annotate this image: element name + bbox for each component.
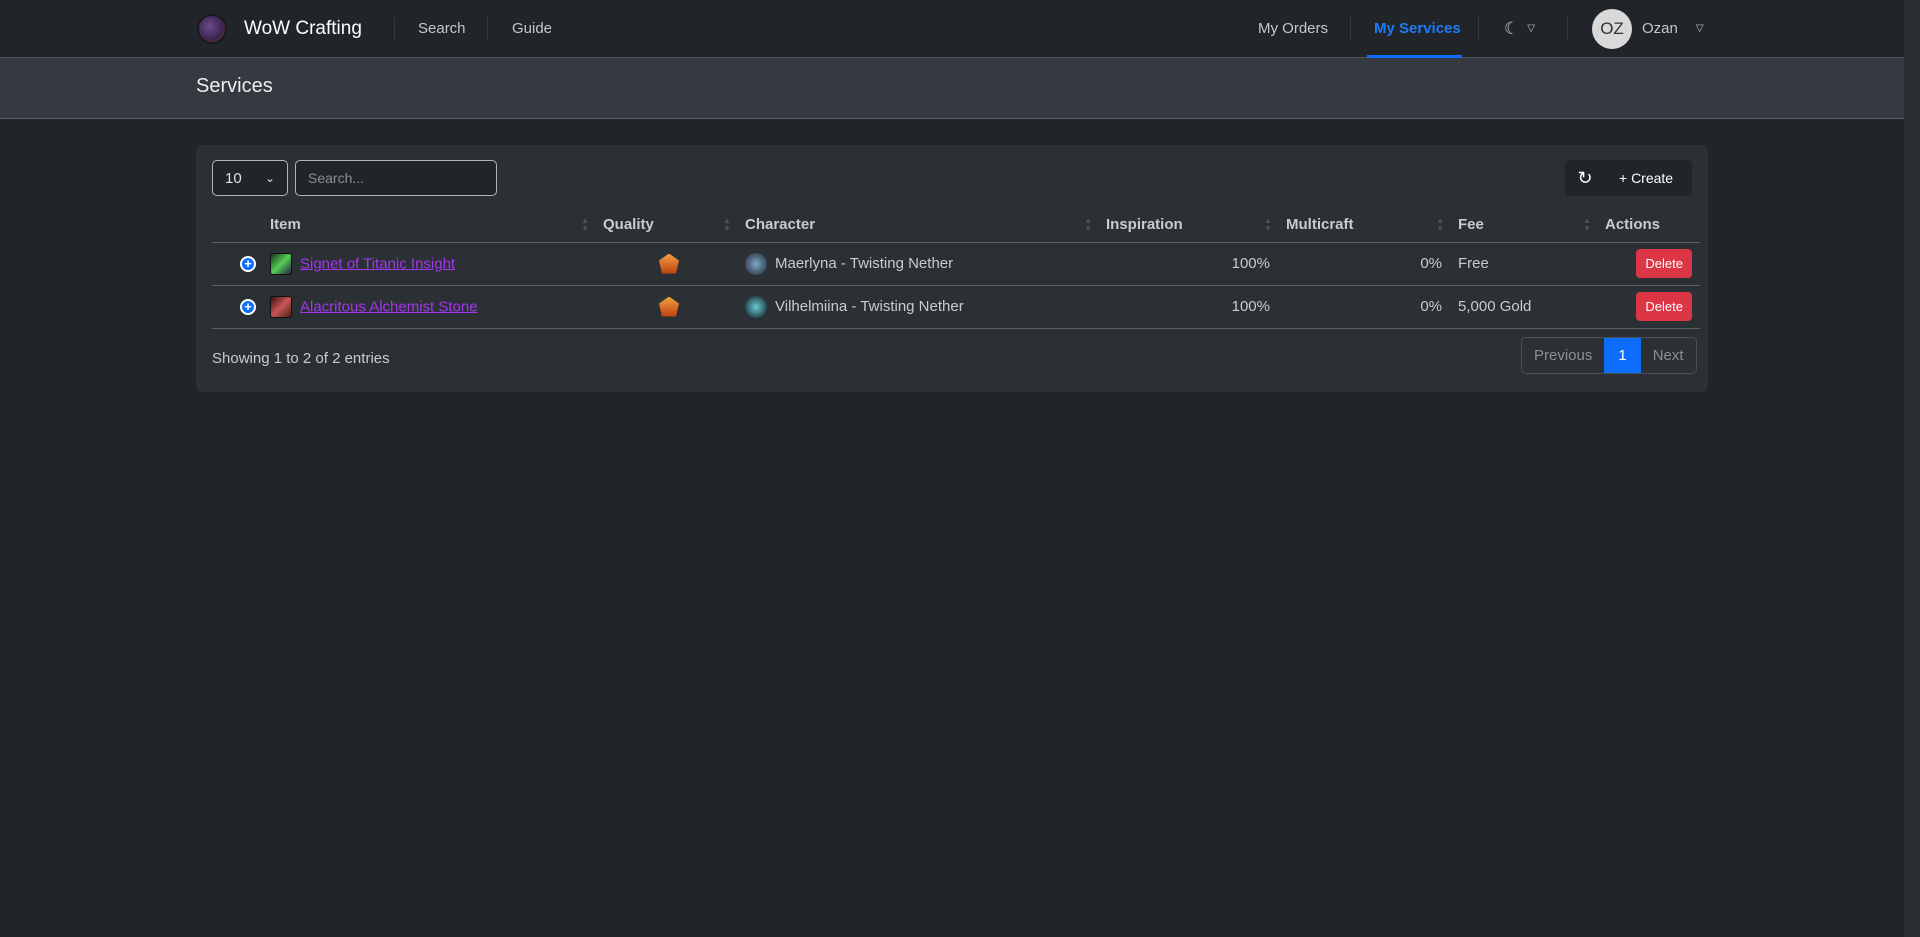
nav-search[interactable]: Search (418, 20, 466, 37)
next-button[interactable]: Next (1640, 338, 1696, 373)
col-fee[interactable]: Fee ▲ ▼ (1450, 207, 1597, 243)
logo[interactable] (197, 13, 227, 44)
page-size-value: 10 (225, 169, 242, 187)
page-size-select[interactable]: 10 ⌄ (212, 160, 288, 196)
fee-value: 5,000 Gold (1450, 285, 1597, 329)
expand-row-icon[interactable]: + (240, 255, 256, 272)
user-name: Ozan (1642, 20, 1678, 37)
nav-guide[interactable]: Guide (512, 20, 552, 37)
item-link[interactable]: Signet of Titanic Insight (300, 255, 455, 272)
nav-my-orders[interactable]: My Orders (1258, 20, 1328, 37)
fee-value: Free (1450, 242, 1597, 286)
character-name: Maerlyna - Twisting Nether (775, 254, 954, 272)
services-table: Item ▲ ▼ Quality ▲ ▼ Character ▲ ▼ Inspiration… (212, 207, 1700, 329)
refresh-icon: ↻ (1577, 167, 1593, 188)
sort-icon[interactable]: ▲ ▼ (581, 217, 589, 233)
create-button[interactable]: + Create (1605, 160, 1673, 196)
sort-icon[interactable]: ▲ ▼ (1264, 217, 1272, 233)
col-inspiration[interactable]: Inspiration ▲ ▼ (1098, 207, 1278, 243)
item-link[interactable]: Alacritous Alchemist Stone (300, 298, 478, 315)
item-icon (270, 295, 292, 318)
multicraft-value: 0% (1278, 285, 1450, 329)
nav-my-services[interactable]: My Services (1374, 20, 1461, 37)
pagination: Previous 1 Next (1521, 337, 1697, 374)
page-header: Services (0, 58, 1904, 119)
caret-down-icon: ▽ (1695, 23, 1704, 34)
toolbar-buttons: ↻ + Create (1565, 160, 1692, 196)
item-icon (270, 252, 292, 275)
expand-row-icon[interactable]: + (240, 298, 256, 315)
moon-icon: ☾ (1504, 18, 1520, 38)
user-menu[interactable]: OZ Ozan ▽ (1592, 0, 1704, 57)
sort-icon[interactable]: ▲ ▼ (1436, 217, 1444, 233)
previous-button[interactable]: Previous (1522, 338, 1605, 373)
sort-icon[interactable]: ▲ ▼ (1583, 217, 1591, 233)
inspiration-value: 100% (1098, 285, 1278, 329)
sort-icon[interactable]: ▲ ▼ (1084, 217, 1092, 233)
page-title: Services (196, 75, 273, 97)
character-icon (745, 252, 767, 275)
delete-button[interactable]: Delete (1636, 249, 1692, 278)
refresh-button[interactable]: ↻ (1565, 160, 1605, 196)
caret-down-icon: ▽ (1527, 23, 1535, 34)
multicraft-value: 0% (1278, 242, 1450, 286)
services-card: 10 ⌄ ↻ + Create Item▲▼ Quality▲▼ Characte… (196, 145, 1708, 392)
chevron-down-icon: ⌄ (264, 171, 275, 185)
col-multicraft[interactable]: Multicraft ▲ ▼ (1278, 207, 1450, 243)
avatar: OZ (1592, 8, 1632, 49)
quality-gem-icon (659, 296, 679, 317)
sort-icon[interactable]: ▲ ▼ (723, 217, 731, 233)
entries-info: Showing 1 to 2 of 2 entries (212, 350, 390, 367)
character-name: Vilhelmiina - Twisting Nether (775, 297, 964, 315)
col-quality[interactable]: Quality ▲ ▼ (595, 207, 737, 243)
col-actions: Actions (1597, 207, 1700, 243)
brand[interactable]: WoW Crafting (244, 18, 362, 40)
page-1-button[interactable]: 1 (1604, 338, 1641, 373)
col-expand (212, 207, 262, 243)
col-item[interactable]: Item ▲ ▼ (262, 207, 595, 243)
navbar: WoW Crafting Search Guide My Orders My S… (0, 0, 1904, 58)
character-icon (745, 295, 767, 318)
delete-button[interactable]: Delete (1636, 292, 1692, 321)
scrollbar[interactable] (1904, 0, 1920, 937)
table-row: + Alacritous Alchemist Stone Vilhelmiina… (212, 285, 1700, 329)
col-character[interactable]: Character ▲ ▼ (737, 207, 1098, 243)
quality-gem-icon (659, 253, 679, 274)
search-input[interactable] (295, 160, 497, 196)
table-row: + Signet of Titanic Insight Maerlyna - T… (212, 242, 1700, 286)
inspiration-value: 100% (1098, 242, 1278, 286)
theme-toggle[interactable]: ☾ ▽ (1504, 0, 1535, 57)
